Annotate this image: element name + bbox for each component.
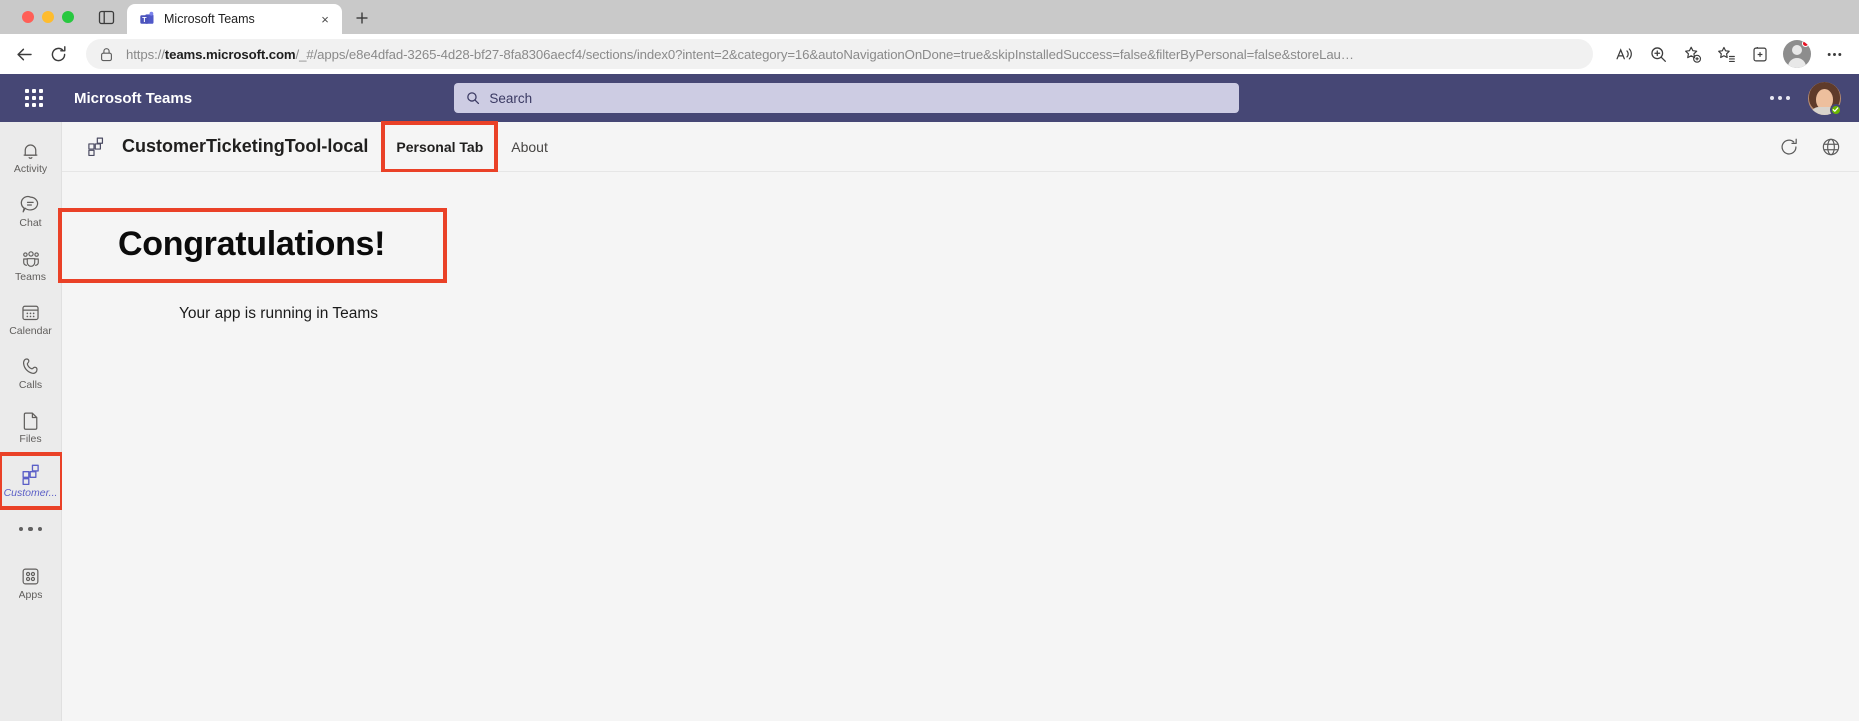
browser-profile-icon[interactable] [1783,40,1811,68]
sidebar-item-apps[interactable]: Apps [0,556,62,610]
url-domain: teams.microsoft.com [164,46,296,62]
collections-icon[interactable] [1745,39,1775,69]
sidebar-item-calls[interactable]: Calls [0,346,62,400]
window-traffic-lights [12,0,84,34]
congratulations-subtext: Your app is running in Teams [179,305,379,323]
left-nav-rail: Activity Chat Teams Calendar Calls Files… [0,122,64,721]
new-tab-button[interactable] [348,4,376,32]
browser-toolbar: https://teams.microsoft.com/_#/apps/e8e4… [0,34,1859,74]
page-title: CustomerTicketingTool-local [122,136,369,156]
titlebar-right-actions [1764,81,1845,116]
profile-alert-badge [1802,40,1809,47]
congratulations-highlight-box: Congratulations! [58,207,447,284]
browser-tab-title: Microsoft Teams [164,12,255,26]
teams-brand-label: Microsoft Teams [74,89,193,107]
teams-more-options-button[interactable] [1764,88,1796,108]
sidebar-label-calendar: Calendar [9,325,52,337]
read-aloud-icon[interactable] [1609,39,1639,69]
url-text: https://teams.microsoft.com/_#/apps/e8e4… [126,47,1583,62]
sidebar-label-calls: Calls [18,379,43,391]
app-blocks-icon [86,137,106,156]
calendar-icon [20,302,41,323]
teams-favicon: T [139,11,155,27]
browser-tab[interactable]: T Microsoft Teams × [127,4,342,34]
sidebar-label-activity: Activity [13,163,48,175]
presence-available-badge [1829,103,1842,116]
bell-icon [20,140,41,161]
search-input[interactable]: Search [454,83,1240,113]
main-content-area: CustomerTicketingTool-local Personal Tab… [58,120,1859,721]
teams-icon [20,248,42,269]
sidebar-label-customer-ticketing-tool: Customer... [3,487,58,499]
url-rest: /_#/apps/e8e4dfad-3265-4d28-bf27-8fa8306… [295,46,1354,62]
sidebar-label-chat: Chat [19,217,42,229]
teams-app: Microsoft Teams Search Activity Chat Tea… [0,74,1859,721]
sidebar-item-chat[interactable]: Chat [0,184,62,238]
sidebar-label-teams: Teams [15,271,46,283]
globe-icon[interactable] [1821,137,1841,157]
svg-text:T: T [142,17,147,24]
phone-icon [20,356,41,377]
sidebar-item-activity[interactable]: Activity [0,130,62,184]
app-tab-list: Personal Tab About [381,120,562,173]
browser-sidebar-toggle-icon[interactable] [84,0,127,34]
congratulations-heading: Congratulations! [118,225,386,263]
sidebar-label-apps: Apps [18,589,43,601]
app-content: Congratulations! Your app is running in … [58,172,1859,721]
teams-body: Activity Chat Teams Calendar Calls Files… [0,120,1859,721]
tab-about-label: About [511,138,548,155]
sidebar-label-files: Files [19,433,42,445]
add-favorite-icon[interactable] [1677,39,1707,69]
apps-grid-icon [20,566,41,587]
chat-icon [20,194,41,215]
address-bar[interactable]: https://teams.microsoft.com/_#/apps/e8e4… [86,39,1593,69]
user-avatar[interactable] [1807,81,1842,116]
app-header-bar: CustomerTicketingTool-local Personal Tab… [62,120,1859,173]
sidebar-item-customer-ticketing-tool[interactable]: Customer... [0,452,64,510]
favorites-icon[interactable] [1711,39,1741,69]
tab-personal-tab-label: Personal Tab [396,138,484,155]
minimize-window-button[interactable] [42,11,54,23]
profile-body [1788,58,1806,68]
sidebar-more-apps-button[interactable] [0,508,62,550]
refresh-icon[interactable] [1779,137,1799,157]
toolbar-actions [1609,39,1849,69]
sidebar-item-teams[interactable]: Teams [0,238,62,292]
zoom-icon[interactable] [1643,39,1673,69]
close-window-button[interactable] [22,11,34,23]
maximize-window-button[interactable] [62,11,74,23]
lock-icon [100,47,116,62]
back-button[interactable] [8,38,40,70]
tab-personal-tab[interactable]: Personal Tab [381,120,499,173]
url-prefix: https:// [126,46,165,62]
sidebar-item-calendar[interactable]: Calendar [0,292,62,346]
search-placeholder: Search [489,90,533,106]
close-icon[interactable]: × [316,10,334,28]
browser-tab-strip: T Microsoft Teams × [0,0,1859,34]
teams-title-bar: Microsoft Teams Search [0,74,1859,122]
profile-head [1792,45,1802,55]
browser-settings-icon[interactable] [1819,39,1849,69]
sidebar-item-files[interactable]: Files [0,400,62,454]
search-icon [466,91,480,105]
reload-button[interactable] [42,38,74,70]
app-header-actions [1779,137,1841,157]
tab-about[interactable]: About [497,122,562,172]
app-blocks-icon [20,464,42,485]
app-launcher-icon[interactable] [10,74,58,122]
file-icon [21,410,41,431]
